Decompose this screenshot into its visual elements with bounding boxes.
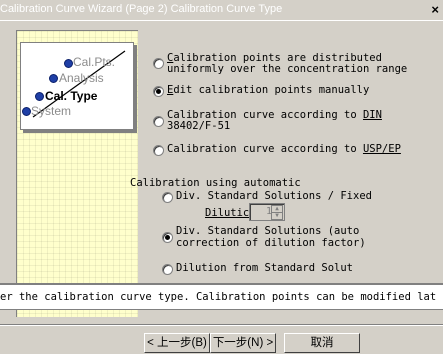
hint-text: er the calibration curve type. Calibrati… [0, 291, 437, 303]
dilution-label: Dilutic [205, 207, 250, 219]
radio-distributed[interactable] [153, 58, 164, 69]
step-calpts: Cal.Pts. [73, 55, 116, 69]
radio-din[interactable] [153, 116, 164, 127]
option-din-line2: 38402/F-51 [167, 120, 231, 132]
step-caltype: Cal. Type [45, 89, 98, 103]
radio-auto-correction[interactable] [162, 232, 173, 243]
option-fixed-dilution[interactable]: Div. Standard Solutions / Fixed [176, 191, 372, 202]
option-usp-ep[interactable]: Calibration curve according to USP/EP [167, 144, 401, 155]
option-distributed-line2: uniformly over the concentration range [167, 63, 408, 75]
close-icon[interactable]: × [431, 2, 439, 17]
step-dot-caltype-icon [35, 92, 44, 101]
window-title: Calibration Curve Wizard (Page 2) Calibr… [0, 3, 283, 15]
hint-bar: er the calibration curve type. Calibrati… [0, 283, 443, 310]
title-bar: Calibration Curve Wizard (Page 2) Calibr… [0, 0, 443, 21]
auto-group-label: Calibration using automatic [130, 177, 301, 189]
radio-dilution-standard[interactable] [162, 264, 173, 275]
radio-usp-ep[interactable] [153, 145, 164, 156]
step-dot-calpts-icon [64, 59, 73, 68]
option-dilution-standard[interactable]: Dilution from Standard Solut [176, 263, 353, 274]
button-separator [0, 324, 443, 326]
step-system: System [31, 104, 72, 118]
dilution-stepper[interactable]: 1 ▲ ▼ [249, 203, 285, 221]
radio-fixed-dilution[interactable] [162, 192, 173, 203]
option-auto-correction-line1[interactable]: Div. Standard Solutions (auto [176, 226, 359, 237]
radio-edit-manually[interactable] [153, 86, 164, 97]
option-auto-correction-line2: correction of dilution factor) [176, 237, 366, 249]
spin-down-icon[interactable]: ▼ [271, 212, 283, 220]
cancel-button[interactable]: 取消 [284, 333, 360, 353]
step-dot-system-icon [22, 107, 31, 116]
back-button[interactable]: < 上一步(B) [144, 333, 210, 353]
step-analysis: Analysis [59, 71, 104, 85]
step-dot-analysis-icon [49, 74, 58, 83]
wizard-steps-graphic: Cal.Pts. Analysis Cal. Type System [20, 42, 134, 130]
option-edit-manually[interactable]: Edit calibration points manually [167, 85, 369, 96]
next-button[interactable]: 下一步(N) > [210, 333, 276, 353]
